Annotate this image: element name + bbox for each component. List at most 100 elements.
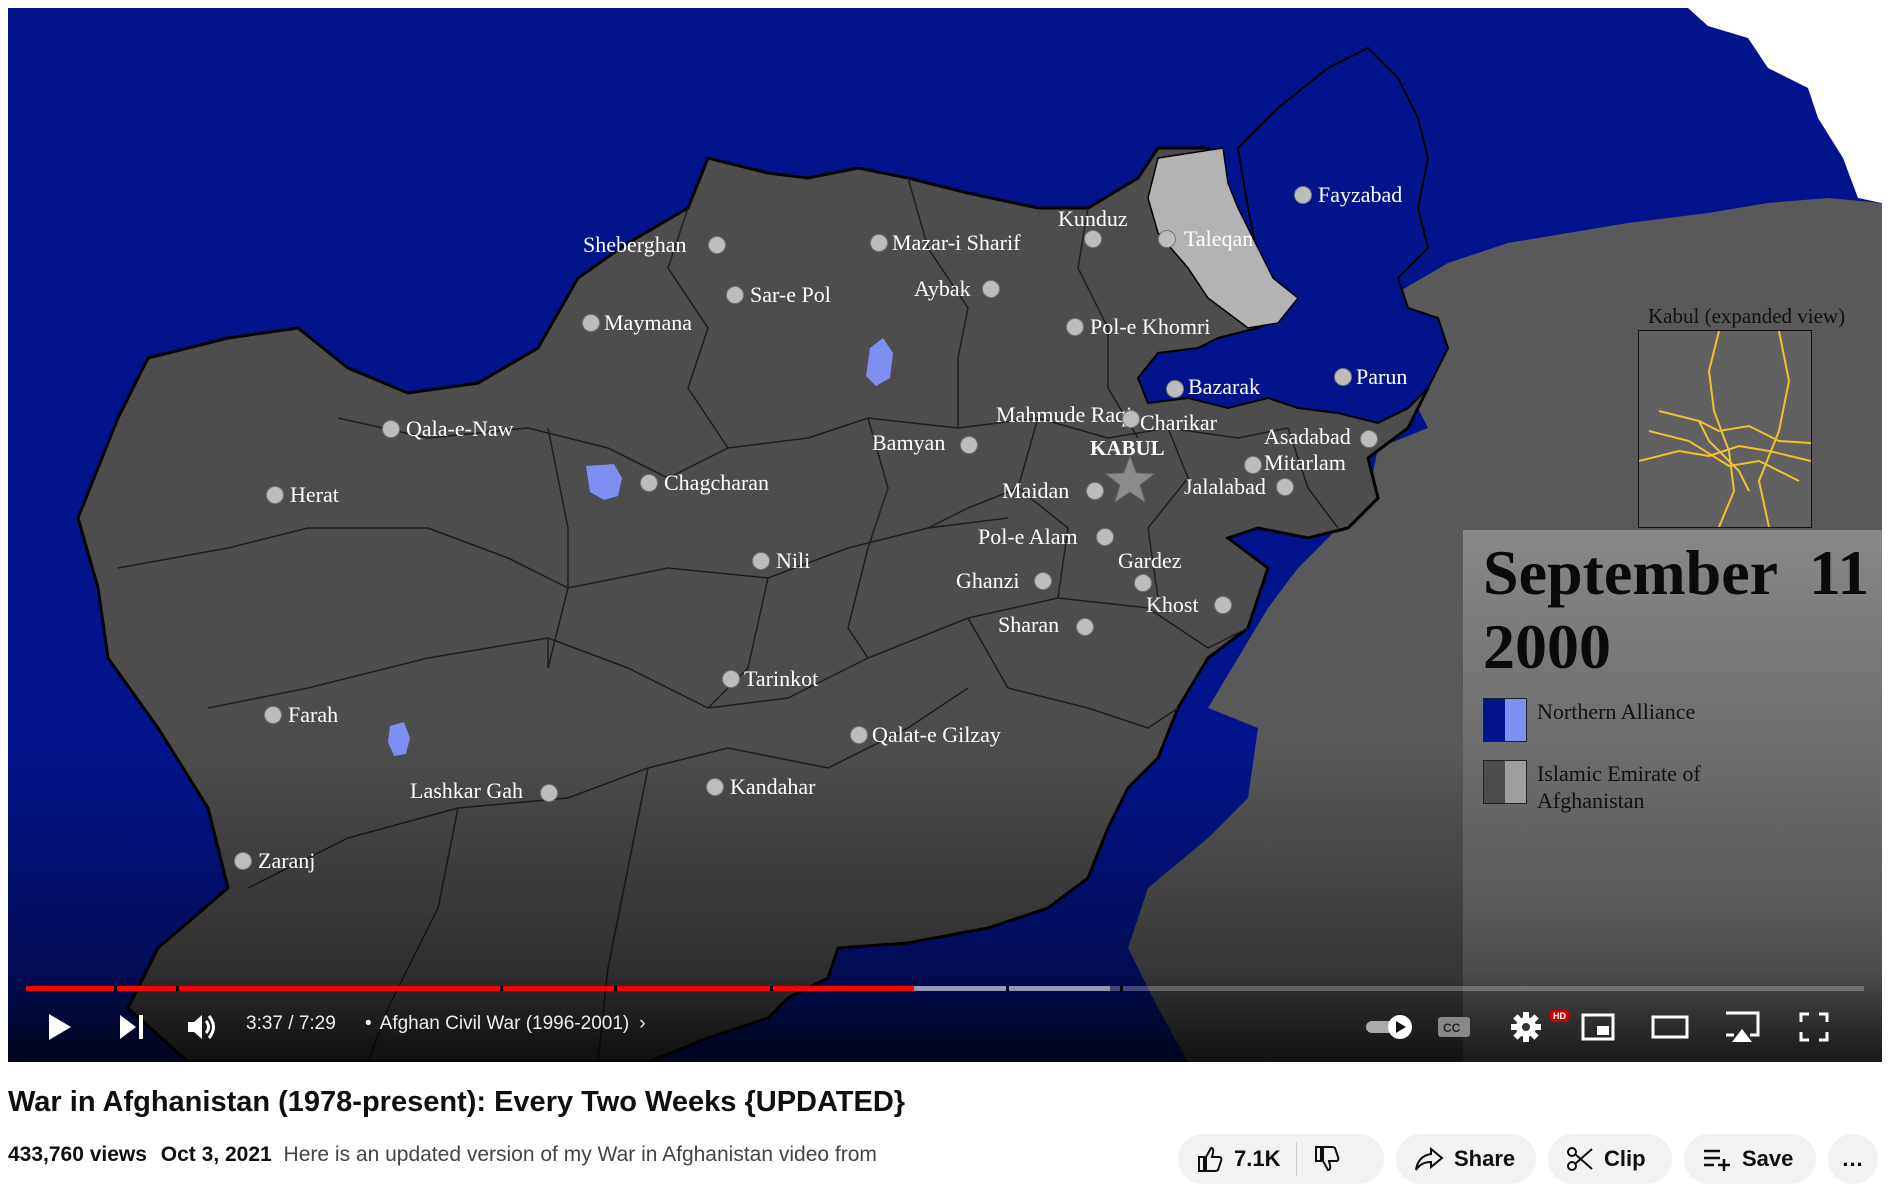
save-playlist-icon <box>1704 1149 1730 1171</box>
chapter-marker <box>1006 986 1009 991</box>
theater-icon <box>1651 1015 1689 1039</box>
city-farah: Farah <box>288 702 339 727</box>
share-label: Share <box>1454 1146 1516 1171</box>
city-dot <box>1276 478 1294 496</box>
dislike-button[interactable] <box>1297 1145 1341 1173</box>
city-dot <box>1086 482 1104 500</box>
chapter-marker <box>114 986 117 991</box>
city-dot <box>1294 186 1312 204</box>
city-dot <box>640 474 658 492</box>
captions-button[interactable]: CC <box>1430 1003 1478 1051</box>
city-sharan: Sharan <box>998 612 1060 637</box>
city-mahmude-raqi: Mahmude Raqi <box>996 402 1133 427</box>
city-dot <box>870 234 888 252</box>
city-chagcharan: Chagcharan <box>664 470 770 495</box>
city-kandahar: Kandahar <box>730 774 816 799</box>
video-title: War in Afghanistan (1978-present): Every… <box>8 1086 906 1118</box>
svg-text:CC: CC <box>1443 1021 1461 1035</box>
gear-icon <box>1511 1012 1541 1042</box>
city-gardez: Gardez <box>1118 548 1182 573</box>
inset-title: Kabul (expanded view) <box>1648 304 1846 328</box>
more-actions-button[interactable]: ... <box>1828 1134 1878 1184</box>
city-dot <box>982 280 1000 298</box>
clip-button[interactable]: Clip <box>1548 1134 1672 1184</box>
thumbs-up-icon <box>1198 1146 1223 1172</box>
chevron-right-icon: › <box>639 1013 646 1034</box>
fullscreen-icon <box>1799 1012 1829 1042</box>
city-dot <box>234 852 252 870</box>
chapter-label: Afghan Civil War (1996-2001) <box>379 1013 630 1034</box>
city-bazarak: Bazarak <box>1188 374 1261 399</box>
miniplayer-icon <box>1581 1013 1615 1041</box>
chapter-marker <box>614 986 617 991</box>
like-count: 7.1K <box>1234 1146 1281 1171</box>
captions-icon: CC <box>1438 1017 1470 1037</box>
legend-label-northern-alliance: Northern Alliance <box>1537 699 1696 724</box>
settings-button[interactable] <box>1502 1003 1550 1051</box>
progress-bar[interactable] <box>26 986 1864 991</box>
city-dot <box>726 286 744 304</box>
city-taleqan: Taleqan <box>1184 226 1254 251</box>
city-aybak: Aybak <box>914 276 971 301</box>
save-button[interactable]: Save <box>1684 1134 1816 1184</box>
hd-badge: HD <box>1550 1010 1569 1022</box>
city-mitarlam: Mitarlam <box>1264 450 1346 475</box>
city-pol-e-alam: Pol-e Alam <box>978 524 1078 549</box>
city-dot <box>1096 528 1114 546</box>
volume-icon <box>188 1015 215 1039</box>
like-dislike-group: 7.1K <box>1178 1134 1384 1184</box>
kabul-roads <box>1638 330 1812 528</box>
city-dot <box>264 706 282 724</box>
city-nili: Nili <box>776 548 811 573</box>
city-bamyan: Bamyan <box>872 430 946 455</box>
share-icon <box>1415 1146 1444 1171</box>
city-sar-e-pol: Sar-e Pol <box>750 282 831 307</box>
video-meta[interactable]: 433,760 views Oct 3, 2021 Here is an upd… <box>8 1143 877 1167</box>
city-zaranj: Zaranj <box>258 848 316 873</box>
city-dot <box>1034 572 1052 590</box>
chapter-title[interactable]: • Afghan Civil War (1996-2001) › <box>365 1013 646 1035</box>
city-dot <box>540 784 558 802</box>
city-kunduz: Kunduz <box>1058 206 1128 231</box>
theater-button[interactable] <box>1646 1003 1694 1051</box>
city-asadabad: Asadabad <box>1264 424 1351 449</box>
city-charikar: Charikar <box>1140 410 1217 435</box>
city-dot <box>266 486 284 504</box>
city-dot <box>850 726 868 744</box>
city-lashkar-gah: Lashkar Gah <box>410 778 524 803</box>
more-icon: ... <box>1842 1146 1864 1171</box>
city-khost: Khost <box>1146 592 1199 617</box>
play-button[interactable] <box>36 1003 84 1051</box>
city-sheberghan: Sheberghan <box>583 232 687 257</box>
city-dot <box>382 420 400 438</box>
chapter-marker <box>176 986 179 991</box>
play-icon <box>49 1014 71 1040</box>
share-button[interactable]: Share <box>1396 1134 1536 1184</box>
map-date-day: September 11 <box>1483 537 1870 608</box>
upload-date: Oct 3, 2021 <box>160 1143 272 1166</box>
legend-swatch-blue <box>1483 698 1527 742</box>
autoplay-toggle[interactable] <box>1362 1003 1418 1051</box>
description-snippet: Here is an updated version of my War in … <box>283 1143 877 1166</box>
city-dot <box>708 236 726 254</box>
city-dot <box>752 552 770 570</box>
city-dot <box>706 778 724 796</box>
city-dot <box>1158 230 1176 248</box>
city-dot <box>1244 456 1262 474</box>
volume-button[interactable] <box>178 1003 226 1051</box>
next-button[interactable] <box>108 1003 156 1051</box>
legend-islamic-emirate: Islamic Emirate of Afghanistan <box>1483 760 1727 814</box>
fullscreen-button[interactable] <box>1790 1003 1838 1051</box>
miniplayer-button[interactable] <box>1574 1003 1622 1051</box>
city-maymana: Maymana <box>604 310 692 335</box>
city-dot <box>1084 230 1102 248</box>
city-maidan: Maidan <box>1002 478 1070 503</box>
time-display: 3:37 / 7:29 <box>246 1013 336 1034</box>
map-date: September 11 2000 <box>1483 536 1873 684</box>
kabul-inset-map <box>1638 330 1812 528</box>
chapter-marker <box>500 986 503 991</box>
video-player[interactable]: Sheberghan Mazar-i Sharif Kunduz Taleqan… <box>8 8 1882 1062</box>
like-button[interactable]: 7.1K <box>1178 1142 1298 1176</box>
next-icon <box>120 1015 143 1039</box>
airplay-button[interactable] <box>1718 1003 1766 1051</box>
